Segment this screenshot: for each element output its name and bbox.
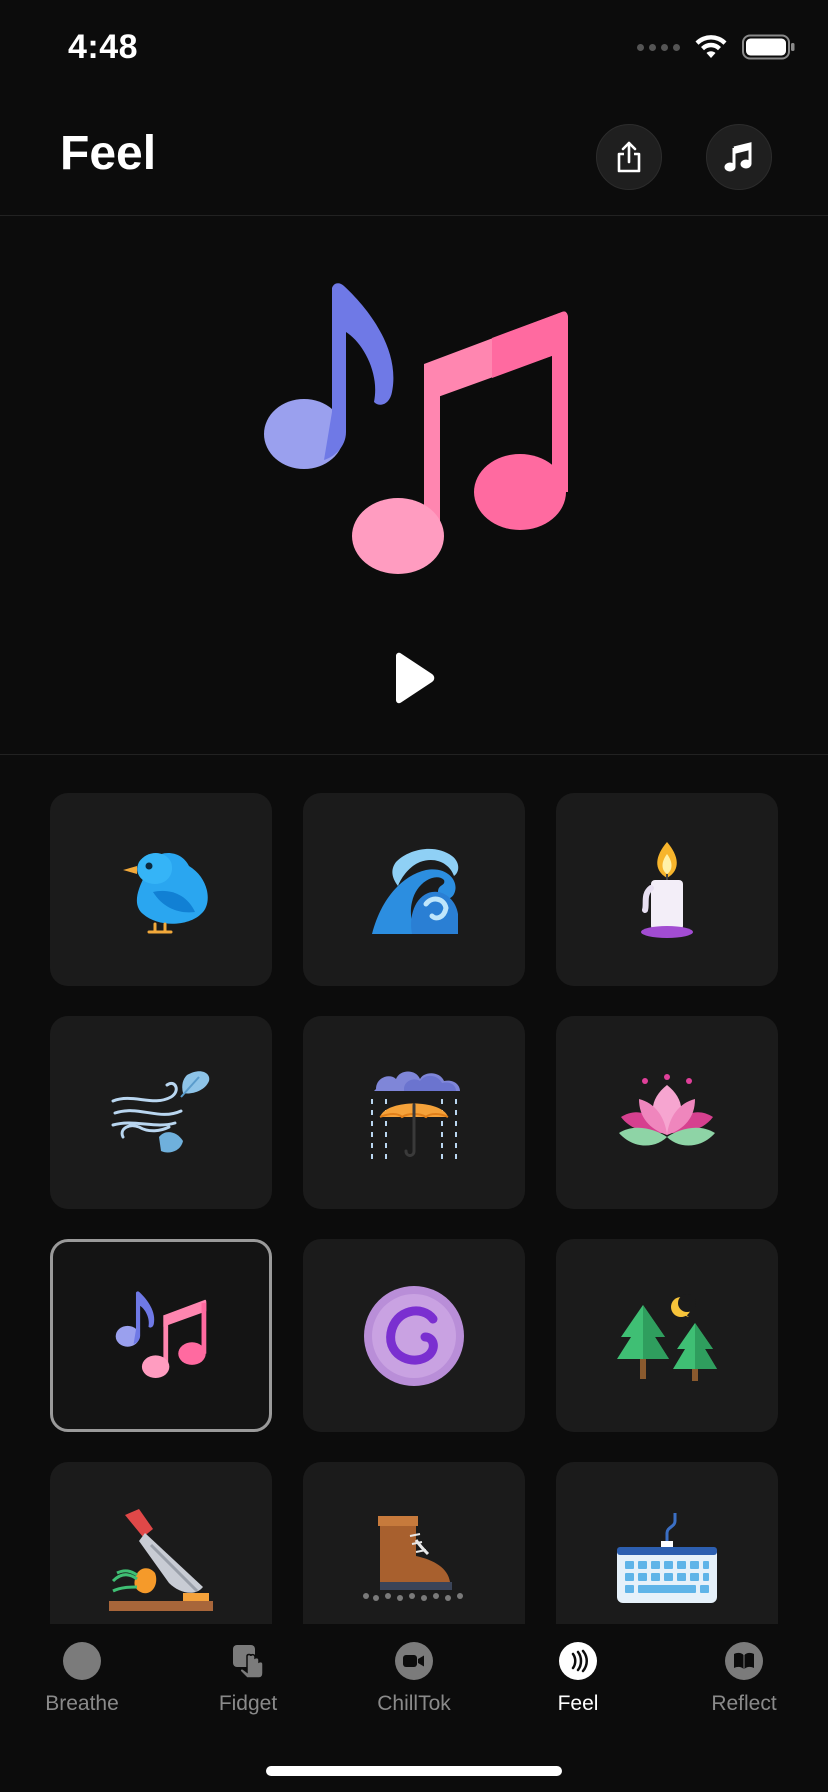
boot-gravel-icon	[363, 1515, 463, 1601]
tab-fidget[interactable]: Fidget	[178, 1642, 318, 1716]
breathe-icon	[63, 1642, 101, 1680]
bird-icon	[123, 852, 208, 933]
sound-grid	[0, 0, 828, 1624]
home-indicator	[266, 1766, 562, 1776]
sound-tile-wave[interactable]	[303, 793, 525, 986]
sound-tile-wind[interactable]	[50, 1016, 272, 1209]
sound-tile-bird[interactable]	[50, 793, 272, 986]
haptic-waves-icon	[559, 1642, 597, 1680]
sound-tile-candle[interactable]	[556, 793, 778, 986]
tab-label: Breathe	[45, 1692, 119, 1715]
tab-label: ChillTok	[377, 1692, 451, 1715]
sound-tile-music[interactable]	[50, 1239, 272, 1432]
sound-tile-chopping[interactable]	[50, 1462, 272, 1624]
lotus-icon	[619, 1073, 715, 1146]
sound-tile-boots[interactable]	[303, 1462, 525, 1624]
wave-icon	[372, 848, 459, 934]
video-camera-icon	[395, 1642, 433, 1680]
fidget-icon	[229, 1642, 267, 1680]
tab-breathe[interactable]: Breathe	[12, 1642, 152, 1716]
music-notes-icon	[115, 1290, 207, 1378]
forest-night-icon	[617, 1293, 717, 1381]
chopping-knife-icon	[109, 1508, 213, 1611]
tab-label: Feel	[557, 1692, 599, 1715]
tab-reflect[interactable]: Reflect	[674, 1642, 814, 1716]
purple-orb-icon	[364, 1285, 464, 1386]
tab-label: Reflect	[711, 1692, 777, 1715]
tab-chilltok[interactable]: ChillTok	[344, 1642, 484, 1716]
rain-umbrella-icon	[371, 1071, 460, 1159]
sound-tile-rain[interactable]	[303, 1016, 525, 1209]
keyboard-icon	[617, 1512, 717, 1603]
sound-tile-forest[interactable]	[556, 1239, 778, 1432]
sound-tile-lotus[interactable]	[556, 1016, 778, 1209]
wind-icon	[111, 1070, 210, 1153]
sound-tile-keyboard[interactable]	[556, 1462, 778, 1624]
tab-feel[interactable]: Feel	[508, 1642, 648, 1716]
sound-tile-orb[interactable]	[303, 1239, 525, 1432]
book-icon	[725, 1642, 763, 1680]
tab-label: Fidget	[218, 1692, 278, 1715]
candle-icon	[641, 841, 693, 938]
